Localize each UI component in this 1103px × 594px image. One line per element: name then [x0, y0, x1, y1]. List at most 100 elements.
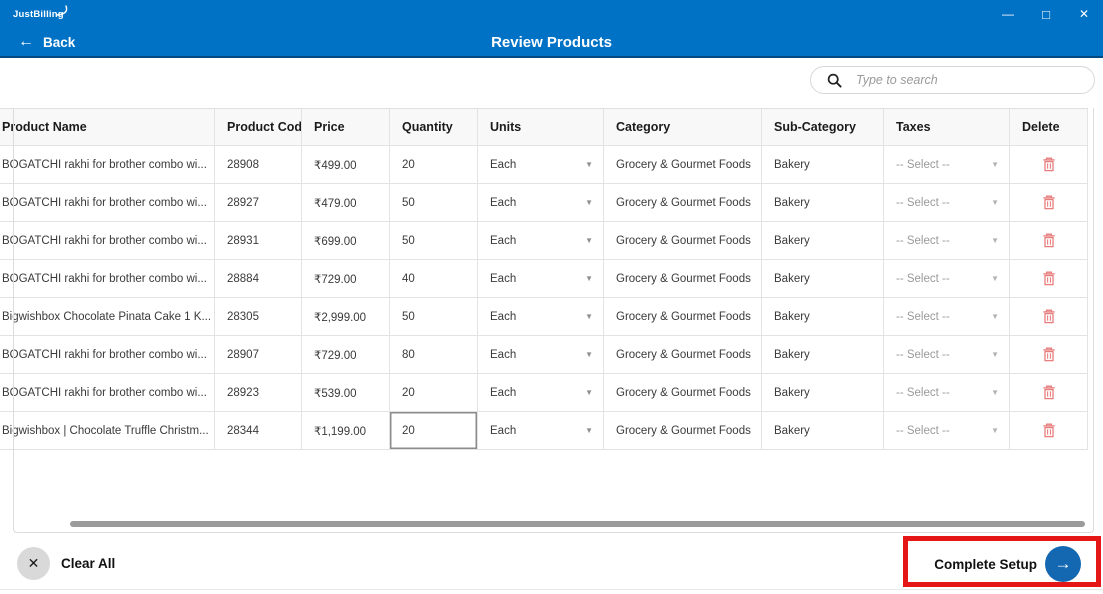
close-button[interactable]: ✕ — [1065, 0, 1103, 28]
taxes-dropdown[interactable]: -- Select -- ▼ — [884, 146, 1010, 184]
complete-setup-label: Complete Setup — [934, 556, 1037, 572]
product-code-cell: 28884 — [215, 260, 302, 298]
units-dropdown[interactable]: Each ▼ — [478, 146, 604, 184]
chevron-down-icon: ▼ — [585, 312, 593, 321]
trash-icon — [1042, 157, 1055, 172]
price-cell: ₹699.00 — [302, 222, 390, 260]
product-name-cell: BOGATCHI rakhi for brother combo wi... — [0, 222, 215, 260]
taxes-dropdown[interactable]: -- Select -- ▼ — [884, 374, 1010, 412]
units-dropdown[interactable]: Each ▼ — [478, 260, 604, 298]
units-dropdown[interactable]: Each ▼ — [478, 374, 604, 412]
horizontal-scrollbar[interactable] — [70, 521, 1085, 527]
taxes-dropdown[interactable]: -- Select -- ▼ — [884, 184, 1010, 222]
quantity-cell[interactable]: 20 — [390, 412, 478, 450]
units-value: Each — [490, 348, 517, 361]
chevron-down-icon: ▼ — [991, 236, 999, 245]
chevron-down-icon: ▼ — [585, 160, 593, 169]
table-row: BOGATCHI rakhi for brother combo wi... 28… — [0, 184, 1088, 222]
table-header-row: Product Name Product Code Price Quantity Uni… — [0, 109, 1088, 146]
delete-button[interactable] — [1010, 146, 1088, 184]
product-code-cell: 28305 — [215, 298, 302, 336]
column-header-quantity: Quantity — [390, 109, 478, 146]
delete-button[interactable] — [1010, 184, 1088, 222]
window-controls: — □ ✕ — [989, 0, 1103, 28]
delete-button[interactable] — [1010, 260, 1088, 298]
taxes-dropdown[interactable]: -- Select -- ▼ — [884, 260, 1010, 298]
product-name-cell: Bigwishbox Chocolate Pinata Cake 1 K... — [0, 298, 215, 336]
search-icon — [827, 73, 842, 88]
category-cell: Grocery & Gourmet Foods — [604, 184, 762, 222]
page-title: Review Products — [491, 33, 612, 51]
product-name-cell: BOGATCHI rakhi for brother combo wi... — [0, 336, 215, 374]
delete-button[interactable] — [1010, 374, 1088, 412]
units-value: Each — [490, 272, 517, 285]
units-dropdown[interactable]: Each ▼ — [478, 412, 604, 450]
product-code-cell: 28344 — [215, 412, 302, 450]
maximize-button[interactable]: □ — [1027, 0, 1065, 28]
delete-button[interactable] — [1010, 222, 1088, 260]
quantity-cell[interactable]: 20 — [390, 374, 478, 412]
quantity-cell[interactable]: 50 — [390, 222, 478, 260]
taxes-placeholder: -- Select -- — [896, 348, 950, 361]
column-header-category: Category — [604, 109, 762, 146]
taxes-placeholder: -- Select -- — [896, 272, 950, 285]
nav-bar: ← Back Review Products — [0, 28, 1103, 58]
taxes-placeholder: -- Select -- — [896, 386, 950, 399]
table-row: BOGATCHI rakhi for brother combo wi... 28… — [0, 374, 1088, 412]
taxes-dropdown[interactable]: -- Select -- ▼ — [884, 336, 1010, 374]
clear-all-label: Clear All — [61, 556, 116, 571]
complete-setup-button[interactable]: Complete Setup → — [934, 546, 1081, 582]
sub-category-cell: Bakery — [762, 336, 884, 374]
category-cell: Grocery & Gourmet Foods — [604, 298, 762, 336]
units-dropdown[interactable]: Each ▼ — [478, 222, 604, 260]
taxes-dropdown[interactable]: -- Select -- ▼ — [884, 298, 1010, 336]
column-header-delete: Delete — [1010, 109, 1088, 146]
sub-category-cell: Bakery — [762, 146, 884, 184]
product-name-cell: BOGATCHI rakhi for brother combo wi... — [0, 260, 215, 298]
delete-button[interactable] — [1010, 412, 1088, 450]
quantity-cell[interactable]: 50 — [390, 184, 478, 222]
quantity-cell[interactable]: 80 — [390, 336, 478, 374]
price-cell: ₹499.00 — [302, 146, 390, 184]
price-cell: ₹479.00 — [302, 184, 390, 222]
clear-all-button[interactable]: ✕ Clear All — [17, 547, 115, 580]
price-cell: ₹539.00 — [302, 374, 390, 412]
product-name-cell: BOGATCHI rakhi for brother combo wi... — [0, 374, 215, 412]
units-dropdown[interactable]: Each ▼ — [478, 336, 604, 374]
category-cell: Grocery & Gourmet Foods — [604, 374, 762, 412]
search-input[interactable] — [856, 73, 1076, 87]
column-header-units: Units — [478, 109, 604, 146]
taxes-placeholder: -- Select -- — [896, 196, 950, 209]
product-name-cell: BOGATCHI rakhi for brother combo wi... — [0, 146, 215, 184]
taxes-dropdown[interactable]: -- Select -- ▼ — [884, 412, 1010, 450]
product-code-cell: 28907 — [215, 336, 302, 374]
category-cell: Grocery & Gourmet Foods — [604, 336, 762, 374]
trash-icon — [1042, 271, 1055, 286]
delete-button[interactable] — [1010, 336, 1088, 374]
quantity-cell[interactable]: 50 — [390, 298, 478, 336]
arrow-right-icon: → — [1045, 546, 1081, 582]
price-cell: ₹729.00 — [302, 260, 390, 298]
column-header-product-name: Product Name — [0, 109, 215, 146]
units-dropdown[interactable]: Each ▼ — [478, 298, 604, 336]
chevron-down-icon: ▼ — [991, 312, 999, 321]
delete-button[interactable] — [1010, 298, 1088, 336]
quantity-cell[interactable]: 40 — [390, 260, 478, 298]
quantity-cell[interactable]: 20 — [390, 146, 478, 184]
sub-category-cell: Bakery — [762, 298, 884, 336]
taxes-dropdown[interactable]: -- Select -- ▼ — [884, 222, 1010, 260]
units-dropdown[interactable]: Each ▼ — [478, 184, 604, 222]
chevron-down-icon: ▼ — [991, 426, 999, 435]
product-name-cell: Bigwishbox | Chocolate Truffle Christm..… — [0, 412, 215, 450]
units-value: Each — [490, 424, 517, 437]
chevron-down-icon: ▼ — [585, 426, 593, 435]
sub-category-cell: Bakery — [762, 260, 884, 298]
category-cell: Grocery & Gourmet Foods — [604, 412, 762, 450]
chevron-down-icon: ▼ — [991, 274, 999, 283]
products-table: Product Name Product Code Price Quantity Uni… — [0, 108, 1088, 450]
minimize-button[interactable]: — — [989, 0, 1027, 28]
chevron-down-icon: ▼ — [991, 350, 999, 359]
product-code-cell: 28908 — [215, 146, 302, 184]
taxes-placeholder: -- Select -- — [896, 158, 950, 171]
table-row: Bigwishbox Chocolate Pinata Cake 1 K... 2… — [0, 298, 1088, 336]
